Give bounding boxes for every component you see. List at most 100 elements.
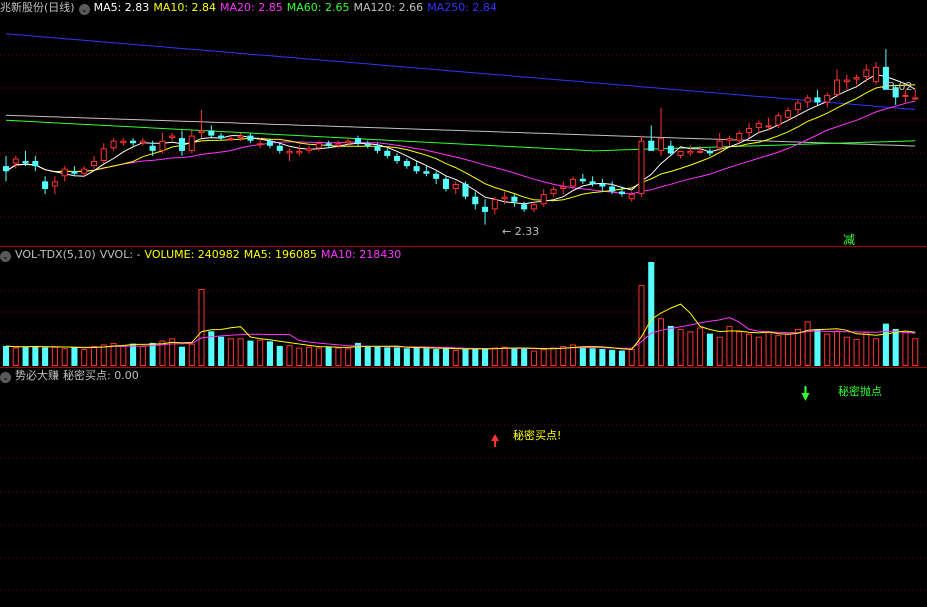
candle-body [814,97,821,103]
candle-body [374,145,381,151]
candle-body [71,171,78,174]
candle-body [755,122,762,128]
candle-body [599,183,606,187]
candle-body [81,168,88,174]
volume-bar [374,346,381,366]
candle-body [648,140,655,151]
volume-bar [863,332,870,366]
volume-bar [745,333,753,366]
volume-bar [81,349,88,366]
candle-body [227,138,234,141]
candle-body [178,138,186,151]
volume-bar [902,332,909,366]
candle-body [618,191,625,195]
volume-bar [394,347,401,366]
signal-item: 秘密买点: 0.00 [63,369,139,382]
volume-bar [794,329,801,366]
low-price-label: ← 2.33 [502,225,540,238]
candle-body [912,97,919,100]
candle-body [677,150,684,156]
signal-panel-header: ⌄ 势必大赚 秘密买点: 0.00 [0,368,143,384]
volume-bar [266,341,273,366]
volume-bar [100,344,107,366]
candle-body [276,145,283,151]
ma5-label: MA5: 2.83 [93,1,150,14]
buy-signal-label: 秘密买点! [513,429,562,442]
ma60-label: MA60: 2.65 [286,1,350,14]
candle-body [208,130,215,136]
volume-bar [873,338,880,366]
volume-bar [325,346,332,366]
ma250-label: MA250: 2.84 [427,1,497,14]
candle-body [902,94,909,97]
volume-bar [609,349,616,366]
sell-signal-label: 秘密抛点 [838,385,882,398]
volume-bar [61,348,68,367]
candle-body [873,66,880,83]
candle-body [628,194,635,200]
candle-body [110,140,117,149]
candle-body [853,77,860,80]
volume-bar [882,323,889,366]
sell-arrow-head [801,393,810,401]
volume-bar [139,345,146,366]
candle-body [12,158,19,164]
volume-bar [42,347,49,366]
volume-bar [618,350,625,366]
candle-body [442,178,449,190]
candle-body [306,148,313,151]
signal-settings-icon[interactable]: ⌄ [0,372,11,383]
vvol-label: VVOL: - [99,248,141,261]
volume-bar [71,347,78,366]
candle-body [51,181,58,187]
candle-body [296,150,303,154]
candle-body [794,102,801,111]
ma20-label: MA20: 2.85 [220,1,283,14]
volume-bar [218,336,225,366]
volume-bar [227,338,234,366]
volume-chart[interactable] [2,262,919,367]
candle-body [384,150,391,156]
volume-bar [755,336,762,366]
candle-body [667,145,674,154]
candle-body [501,196,508,200]
volume-bar [628,349,635,366]
volume-bar [188,343,195,367]
volume-bar [257,339,264,366]
volume-bar [726,325,733,366]
volume-bar [560,345,567,366]
candle-body [462,183,469,197]
volume-bar [491,347,498,366]
candle-body [726,138,733,141]
volume-bar [403,348,410,366]
volume-bar [814,329,821,366]
volume-bar [892,329,899,366]
volume-bar [687,331,694,367]
ma120-label: MA120: 2.66 [353,1,424,14]
candle-body [511,196,518,202]
volume-bar [550,347,557,366]
settings-toggle-icon[interactable]: ⌄ [78,4,90,15]
volume-bar [120,345,127,367]
price-chart[interactable] [2,33,919,225]
volume-bar [482,349,489,366]
volume-settings-icon[interactable]: ⌄ [0,251,11,262]
candle-body [775,115,782,126]
candle-body [863,69,870,78]
volume-bar [90,345,98,366]
candle-body [364,143,371,146]
volume-bar [501,346,508,367]
candle-body [452,183,459,190]
volume-bar [658,318,665,366]
volume-bar [511,348,518,366]
candle-body [482,206,489,212]
candle-body [90,161,98,167]
volume-bar [12,347,19,366]
volume-bar [530,350,537,366]
high-price-label: 3.02 [888,80,913,93]
candle-body [149,145,156,151]
volume-bar [540,349,547,366]
volume-bar [413,347,420,366]
candle-body [100,148,107,162]
candle-body [804,97,811,103]
